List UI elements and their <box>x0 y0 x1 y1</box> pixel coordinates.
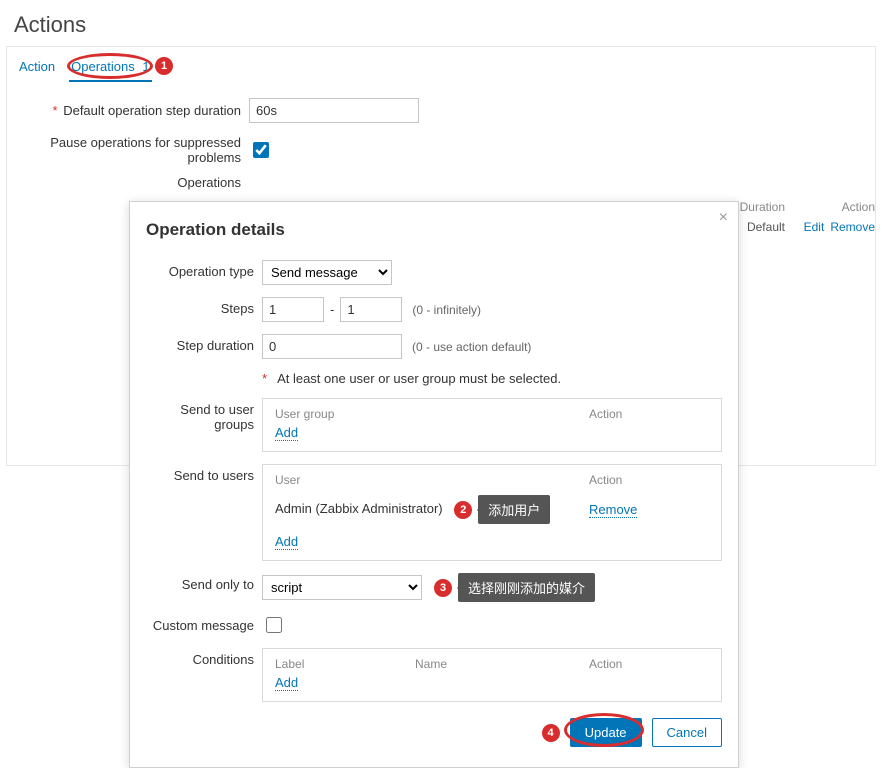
dash: - <box>330 302 334 317</box>
table-user-groups: User group Action Add <box>262 398 722 452</box>
hint-steps: (0 - infinitely) <box>412 303 481 317</box>
required-star: * <box>53 103 58 118</box>
col-group-action: Action <box>589 407 709 421</box>
link-remove-user[interactable]: Remove <box>589 502 637 518</box>
link-remove[interactable]: Remove <box>830 220 875 234</box>
label-custom-message: Custom message <box>146 614 262 633</box>
label-conditions: Conditions <box>146 648 262 667</box>
annotation-badge-3: 3 <box>434 579 452 597</box>
operation-details-modal: × Operation details Operation type Send … <box>129 201 739 768</box>
input-step-to[interactable] <box>340 297 402 322</box>
update-button[interactable]: Update <box>570 718 642 747</box>
row-default-step-duration: * Default operation step duration <box>7 92 875 129</box>
hint-must-select: At least one user or user group must be … <box>277 371 561 386</box>
row-steps: Steps - (0 - infinitely) <box>146 291 722 328</box>
col-user-action: Action <box>589 473 709 487</box>
label-step-duration: Step duration <box>146 334 262 353</box>
label-operations: Operations <box>17 173 249 190</box>
label-steps: Steps <box>146 297 262 316</box>
link-add-group[interactable]: Add <box>275 425 298 441</box>
annotation-pill-2: 添加用户 <box>478 495 550 524</box>
row-send-only: Send only to script 3 选择刚刚添加的媒介 <box>146 567 722 608</box>
text-default-step-duration: Default operation step duration <box>63 103 241 118</box>
page-title: Actions <box>0 0 882 46</box>
row-step-duration: Step duration (0 - use action default) <box>146 328 722 365</box>
input-step-from[interactable] <box>262 297 324 322</box>
link-add-condition[interactable]: Add <box>275 675 298 691</box>
modal-footer: 4 Update Cancel <box>146 718 722 747</box>
checkbox-custom-message[interactable] <box>266 617 282 633</box>
col-cond-action: Action <box>589 657 709 671</box>
required-star-hint: * <box>262 371 267 386</box>
annotation-badge-4: 4 <box>542 724 560 742</box>
table-users: User Action Admin (Zabbix Administrator)… <box>262 464 722 561</box>
cancel-button[interactable]: Cancel <box>652 718 722 747</box>
cell-user: Admin (Zabbix Administrator) <box>275 501 443 516</box>
checkbox-pause-suppressed[interactable] <box>253 142 269 158</box>
row-pause-suppressed: Pause operations for suppressed problems <box>7 129 875 171</box>
annotation-badge-2: 2 <box>454 501 472 519</box>
tabs: Action Operations 1 <box>7 47 875 82</box>
link-edit[interactable]: Edit <box>804 220 825 234</box>
row-send-users: Send to users User Action Admin (Zabbix … <box>146 458 722 567</box>
row-operation-type: Operation type Send message <box>146 254 722 291</box>
row-send-groups: Send to user groups User group Action Ad… <box>146 392 722 458</box>
table-row: Admin (Zabbix Administrator) 2 添加用户 Remo… <box>275 491 709 528</box>
input-default-step-duration[interactable] <box>249 98 419 123</box>
row-custom-message: Custom message <box>146 608 722 642</box>
row-must-select: * At least one user or user group must b… <box>146 365 722 392</box>
tab-operations-label: Operations <box>71 59 135 74</box>
hint-step-duration: (0 - use action default) <box>412 340 531 354</box>
col-cond-label: Label <box>275 657 415 671</box>
tab-action[interactable]: Action <box>17 55 57 82</box>
tab-operations[interactable]: Operations 1 <box>69 55 151 82</box>
col-user: User <box>275 473 589 487</box>
tab-operations-count: 1 <box>142 59 149 74</box>
link-add-user[interactable]: Add <box>275 534 298 550</box>
select-send-only[interactable]: script <box>262 575 422 600</box>
label-operation-type: Operation type <box>146 260 262 279</box>
close-icon[interactable]: × <box>719 210 728 226</box>
select-operation-type[interactable]: Send message <box>262 260 392 285</box>
label-pause-suppressed: Pause operations for suppressed problems <box>17 135 249 165</box>
label-send-users: Send to users <box>146 464 262 483</box>
label-send-groups: Send to user groups <box>146 398 262 432</box>
annotation-badge-1: 1 <box>155 57 173 75</box>
annotation-pill-3: 选择刚刚添加的媒介 <box>458 573 595 602</box>
table-conditions: Label Name Action Add <box>262 648 722 702</box>
row-conditions: Conditions Label Name Action Add <box>146 642 722 708</box>
label-default-step-duration: * Default operation step duration <box>17 103 249 118</box>
row-operations: Operations <box>7 171 875 196</box>
modal-title: Operation details <box>146 220 722 240</box>
actions-panel: Action Operations 1 1 * Default operatio… <box>6 46 876 466</box>
label-send-only: Send only to <box>146 573 262 592</box>
col-user-group: User group <box>275 407 589 421</box>
input-step-duration[interactable] <box>262 334 402 359</box>
col-cond-name: Name <box>415 657 589 671</box>
col-action: Action <box>785 200 875 214</box>
